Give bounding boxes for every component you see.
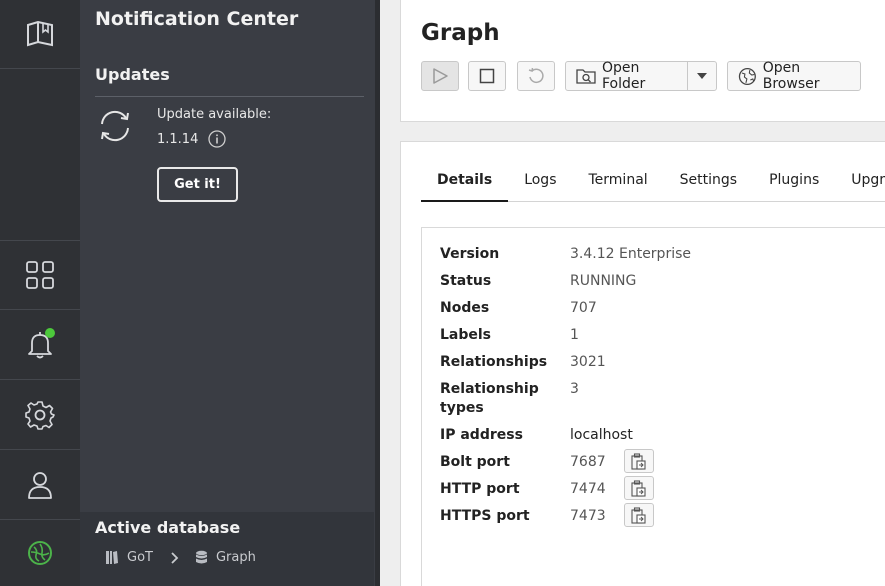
database-icon: [195, 550, 207, 564]
detail-label: Version: [440, 246, 500, 262]
icon-rail: [0, 0, 80, 586]
active-database-section: Active database GoT Graph: [80, 512, 374, 586]
database-name: Graph: [215, 550, 256, 565]
detail-value: 7473: [570, 508, 606, 524]
get-it-button[interactable]: Get it!: [157, 167, 238, 202]
database-details-card: Details Logs Terminal Settings Plugins U…: [400, 141, 885, 586]
open-folder-dropdown[interactable]: [687, 61, 717, 91]
tab-settings[interactable]: Settings: [664, 164, 753, 202]
detail-value: 1: [570, 327, 579, 343]
detail-label: Relationship types: [440, 381, 539, 416]
copy-https-port-button[interactable]: [624, 503, 654, 527]
neo4j-nav[interactable]: [0, 520, 80, 586]
notification-panel: Notification Center Updates Update avail…: [80, 0, 378, 586]
caret-down-icon: [697, 73, 707, 79]
detail-value: localhost: [570, 427, 633, 443]
page-title: Graph: [421, 20, 500, 46]
detail-value: 7687: [570, 454, 606, 470]
stop-button[interactable]: [468, 61, 506, 91]
detail-value: 707: [570, 300, 597, 316]
detail-label: Relationships: [440, 354, 548, 370]
detail-value: 7474: [570, 481, 606, 497]
apps-nav[interactable]: [0, 240, 80, 310]
copy-bolt-port-button[interactable]: [624, 449, 654, 473]
info-icon[interactable]: [208, 130, 227, 148]
update-text: Update available:: [157, 107, 272, 122]
divider: [95, 96, 364, 97]
detail-label: HTTPS port: [440, 508, 530, 524]
grid-icon: [26, 261, 54, 289]
globe-icon: [738, 67, 756, 85]
details-table: Version 3.4.12 Enterprise Status RUNNING…: [421, 227, 885, 586]
open-folder-label: Open Folder: [601, 60, 646, 92]
tab-plugins[interactable]: Plugins: [753, 164, 835, 202]
tab-details[interactable]: Details: [421, 164, 509, 202]
detail-label: Nodes: [440, 300, 490, 316]
update-version: 1.1.14: [157, 131, 199, 147]
detail-label: Labels: [440, 327, 492, 343]
update-version-row: 1.1.14: [157, 130, 227, 148]
clipboard-icon: [631, 506, 646, 524]
project-name: GoT: [127, 550, 153, 565]
open-folder-button[interactable]: Open Folder: [565, 60, 688, 92]
detail-label: HTTP port: [440, 481, 520, 497]
detail-value: 3: [570, 381, 579, 397]
start-button[interactable]: [421, 61, 459, 91]
main-area: Graph Open Folder Open Browser Details L…: [380, 0, 885, 586]
project-icon: [106, 551, 118, 564]
panel-title: Notification Center: [95, 8, 299, 30]
clipboard-icon: [631, 452, 646, 470]
user-icon: [28, 471, 52, 499]
sync-icon: [101, 110, 129, 142]
detail-label: Bolt port: [440, 454, 510, 470]
detail-label: IP address: [440, 427, 523, 443]
restart-button[interactable]: [517, 61, 555, 91]
gear-icon: [25, 400, 55, 430]
tab-bar: Details Logs Terminal Settings Plugins U…: [421, 164, 885, 202]
detail-value: 3021: [570, 354, 606, 370]
breadcrumb-project[interactable]: GoT: [105, 550, 153, 565]
clipboard-icon: [631, 479, 646, 497]
play-icon: [433, 68, 448, 84]
folder-search-icon: [576, 69, 596, 84]
open-browser-label: Open Browser: [762, 60, 820, 92]
open-browser-button[interactable]: Open Browser: [727, 60, 861, 92]
tab-terminal[interactable]: Terminal: [573, 164, 664, 202]
tab-logs[interactable]: Logs: [508, 164, 572, 202]
copy-http-port-button[interactable]: [624, 476, 654, 500]
unread-dot: [45, 328, 55, 338]
active-database-heading: Active database: [95, 518, 241, 537]
breadcrumb-database[interactable]: Graph: [195, 550, 256, 565]
tab-upgrade[interactable]: Upgrade: [835, 164, 885, 202]
neo4j-logo-icon: [28, 541, 52, 565]
database-header-card: Graph Open Folder Open Browser: [400, 0, 885, 122]
book-icon: [27, 21, 53, 47]
chevron-right-icon: [171, 551, 179, 564]
detail-value: 3.4.12 Enterprise: [570, 246, 691, 262]
detail-value: RUNNING: [570, 273, 637, 289]
detail-label: Status: [440, 273, 492, 289]
updates-heading: Updates: [95, 65, 170, 84]
notifications-nav[interactable]: [0, 310, 80, 380]
account-nav[interactable]: [0, 450, 80, 520]
projects-nav[interactable]: [0, 0, 80, 69]
settings-nav[interactable]: [0, 380, 80, 450]
stop-icon: [479, 68, 495, 84]
restart-icon: [528, 67, 544, 83]
breadcrumb: GoT Graph: [105, 550, 256, 565]
